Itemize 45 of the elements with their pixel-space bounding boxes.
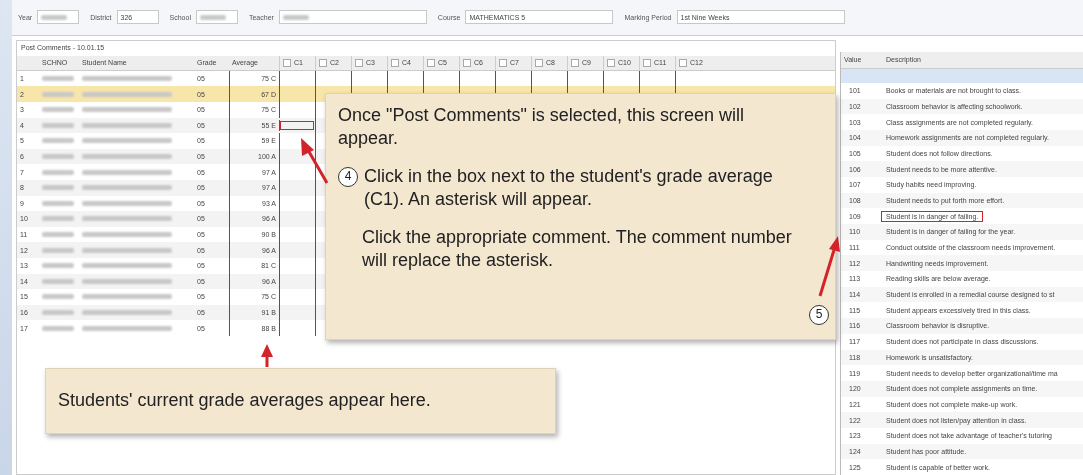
pointer-arrow [818,236,840,297]
checkbox[interactable] [499,58,507,67]
blurred-text [42,91,74,97]
blurred-text [41,14,68,20]
checkbox[interactable] [355,58,363,67]
blurred-text [42,185,74,191]
checkbox[interactable] [679,58,687,67]
blurred-text [42,247,74,253]
callout-text: Click in the box next to the student's grade average (C1). An asterisk will appear. [364,164,774,212]
blurred-text [42,154,74,160]
checkbox[interactable] [571,58,579,67]
blurred-text [42,138,74,144]
checkbox[interactable] [427,58,435,67]
blurred-text [42,169,74,175]
blurred-text [42,263,74,269]
callout-text: Click the appropriate comment. The comment number will replace the asterisk. [361,225,793,272]
checkbox[interactable] [319,58,327,67]
blurred-text [42,200,74,206]
step-number: 5 [809,305,829,325]
callout-text: Once "Post Comments" is selected, this screen will appear. [338,104,745,151]
pointer-arrow [301,138,329,184]
step-number: 4 [338,166,358,187]
checkbox[interactable] [643,58,651,67]
comment-cell[interactable] [279,119,315,132]
blurred-text [42,278,74,284]
blurred-text [42,122,74,128]
checkbox[interactable] [391,58,399,67]
input-field[interactable] [278,10,427,25]
checkbox[interactable] [607,58,615,67]
checkbox[interactable] [463,58,471,67]
blurred-text [282,14,309,20]
blurred-text [42,107,74,113]
checkbox[interactable] [283,58,291,67]
callout-text: Students' current grade averages appear here. [58,389,431,413]
blurred-text [42,216,74,222]
checkbox[interactable] [535,58,543,67]
blurred-text [42,232,74,238]
blurred-text [199,14,226,20]
input-field[interactable] [195,10,238,25]
blurred-text [42,325,74,331]
blurred-text [42,310,74,315]
pointer-arrow [261,344,273,367]
input-field[interactable] [37,10,80,25]
blurred-text [42,76,74,82]
blurred-text [42,294,74,300]
